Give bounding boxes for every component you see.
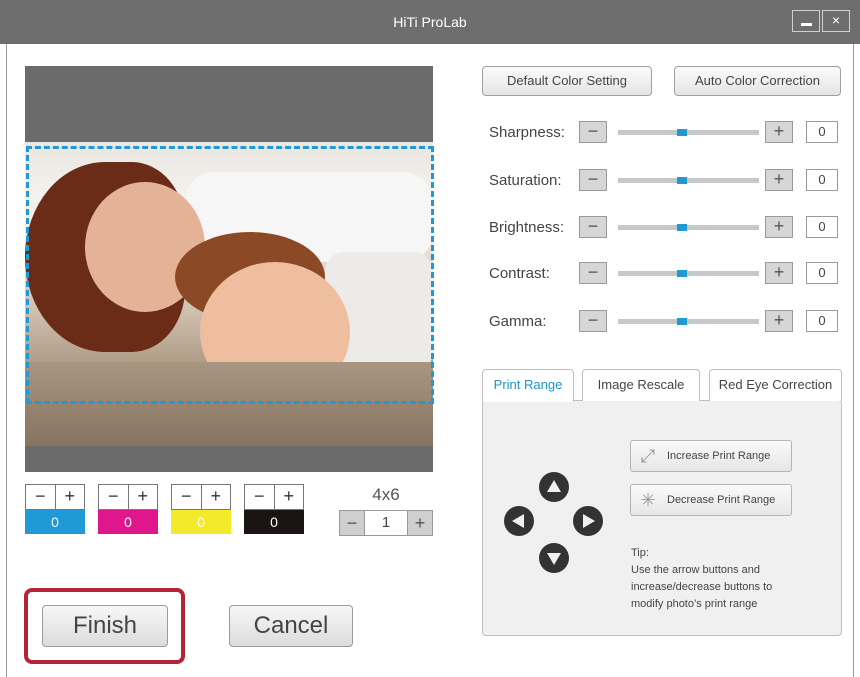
cyan-adjuster: − + 0	[25, 484, 85, 536]
tab-print-range[interactable]: Print Range	[482, 369, 574, 402]
window-border-left	[6, 44, 7, 677]
sharpness-label: Sharpness:	[489, 124, 565, 141]
brightness-row: Brightness: − + 0	[482, 216, 842, 240]
sharpness-plus-button[interactable]: +	[765, 121, 793, 143]
tip-title: Tip:	[631, 547, 649, 559]
copies-minus-button[interactable]: −	[340, 511, 364, 535]
default-color-setting-button[interactable]: Default Color Setting	[482, 66, 652, 96]
copies-plus-button[interactable]: +	[408, 511, 432, 535]
window-title: HiTi ProLab	[393, 14, 467, 30]
brightness-minus-button[interactable]: −	[579, 216, 607, 238]
decrease-print-range-label: Decrease Print Range	[667, 494, 776, 506]
magenta-minus-button[interactable]: −	[99, 485, 129, 509]
contrast-row: Contrast: − + 0	[482, 262, 842, 286]
gamma-plus-button[interactable]: +	[765, 310, 793, 332]
increase-print-range-label: Increase Print Range	[667, 450, 771, 462]
yellow-minus-button[interactable]: −	[172, 485, 202, 509]
gamma-slider[interactable]	[618, 318, 759, 325]
sharpness-value[interactable]: 0	[806, 121, 838, 143]
saturation-value[interactable]: 0	[806, 169, 838, 191]
print-range-frame[interactable]	[26, 146, 434, 404]
tab-red-eye-correction[interactable]: Red Eye Correction	[709, 369, 842, 401]
close-icon[interactable]: ×	[822, 10, 850, 32]
decrease-print-range-button[interactable]: ✳ Decrease Print Range	[630, 484, 792, 516]
black-value: 0	[244, 510, 304, 534]
yellow-adjuster: − + 0	[171, 484, 231, 536]
cyan-value: 0	[25, 510, 85, 534]
gamma-value[interactable]: 0	[806, 310, 838, 332]
sharpness-row: Sharpness: − + 0	[482, 121, 842, 145]
contrast-plus-button[interactable]: +	[765, 262, 793, 284]
copies-stepper: − 1 +	[339, 510, 433, 536]
title-bar: HiTi ProLab ×	[0, 0, 860, 44]
magenta-adjuster: − + 0	[98, 484, 158, 536]
contrast-label: Contrast:	[489, 265, 550, 282]
gamma-label: Gamma:	[489, 313, 547, 330]
yellow-value: 0	[171, 510, 231, 534]
cancel-button[interactable]: Cancel	[229, 605, 353, 647]
minimize-icon[interactable]	[792, 10, 820, 32]
sharpness-minus-button[interactable]: −	[579, 121, 607, 143]
arrow-down-icon[interactable]	[539, 543, 569, 573]
saturation-row: Saturation: − + 0	[482, 169, 842, 193]
arrow-left-icon[interactable]	[504, 506, 534, 536]
brightness-value[interactable]: 0	[806, 216, 838, 238]
contrast-minus-button[interactable]: −	[579, 262, 607, 284]
tip-text: Tip: Use the arrow buttons and increase/…	[631, 545, 811, 613]
magenta-plus-button[interactable]: +	[129, 485, 158, 509]
saturation-label: Saturation:	[489, 172, 562, 189]
expand-arrows-icon: ⤢	[640, 446, 656, 466]
saturation-slider-thumb[interactable]	[677, 177, 687, 184]
tip-line-3: modify photo’s print range	[631, 598, 758, 610]
contrast-slider-thumb[interactable]	[677, 270, 687, 277]
yellow-plus-button[interactable]: +	[202, 485, 231, 509]
gamma-minus-button[interactable]: −	[579, 310, 607, 332]
magenta-value: 0	[98, 510, 158, 534]
arrow-right-icon[interactable]	[573, 506, 603, 536]
saturation-slider[interactable]	[618, 177, 759, 184]
contrast-value[interactable]: 0	[806, 262, 838, 284]
copies-value[interactable]: 1	[364, 511, 408, 535]
gamma-slider-thumb[interactable]	[677, 318, 687, 325]
sharpness-slider-thumb[interactable]	[677, 129, 687, 136]
tip-line-2: increase/decrease buttons to	[631, 581, 773, 593]
collapse-arrows-icon: ✳	[640, 490, 656, 510]
tip-line-1: Use the arrow buttons and	[631, 564, 761, 576]
arrow-up-icon[interactable]	[539, 472, 569, 502]
saturation-plus-button[interactable]: +	[765, 169, 793, 191]
saturation-minus-button[interactable]: −	[579, 169, 607, 191]
sharpness-slider[interactable]	[618, 129, 759, 136]
cyan-minus-button[interactable]: −	[26, 485, 56, 509]
window-border-right	[853, 44, 854, 677]
tab-image-rescale[interactable]: Image Rescale	[582, 369, 700, 401]
black-minus-button[interactable]: −	[245, 485, 275, 509]
brightness-slider[interactable]	[618, 224, 759, 231]
print-size-label: 4x6	[372, 485, 400, 504]
increase-print-range-button[interactable]: ⤢ Increase Print Range	[630, 440, 792, 472]
auto-color-correction-button[interactable]: Auto Color Correction	[674, 66, 841, 96]
black-adjuster: − + 0	[244, 484, 304, 536]
contrast-slider[interactable]	[618, 270, 759, 277]
cyan-plus-button[interactable]: +	[56, 485, 85, 509]
finish-button[interactable]: Finish	[42, 605, 168, 647]
brightness-slider-thumb[interactable]	[677, 224, 687, 231]
gamma-row: Gamma: − + 0	[482, 310, 842, 334]
brightness-label: Brightness:	[489, 219, 565, 236]
brightness-plus-button[interactable]: +	[765, 216, 793, 238]
black-plus-button[interactable]: +	[275, 485, 304, 509]
